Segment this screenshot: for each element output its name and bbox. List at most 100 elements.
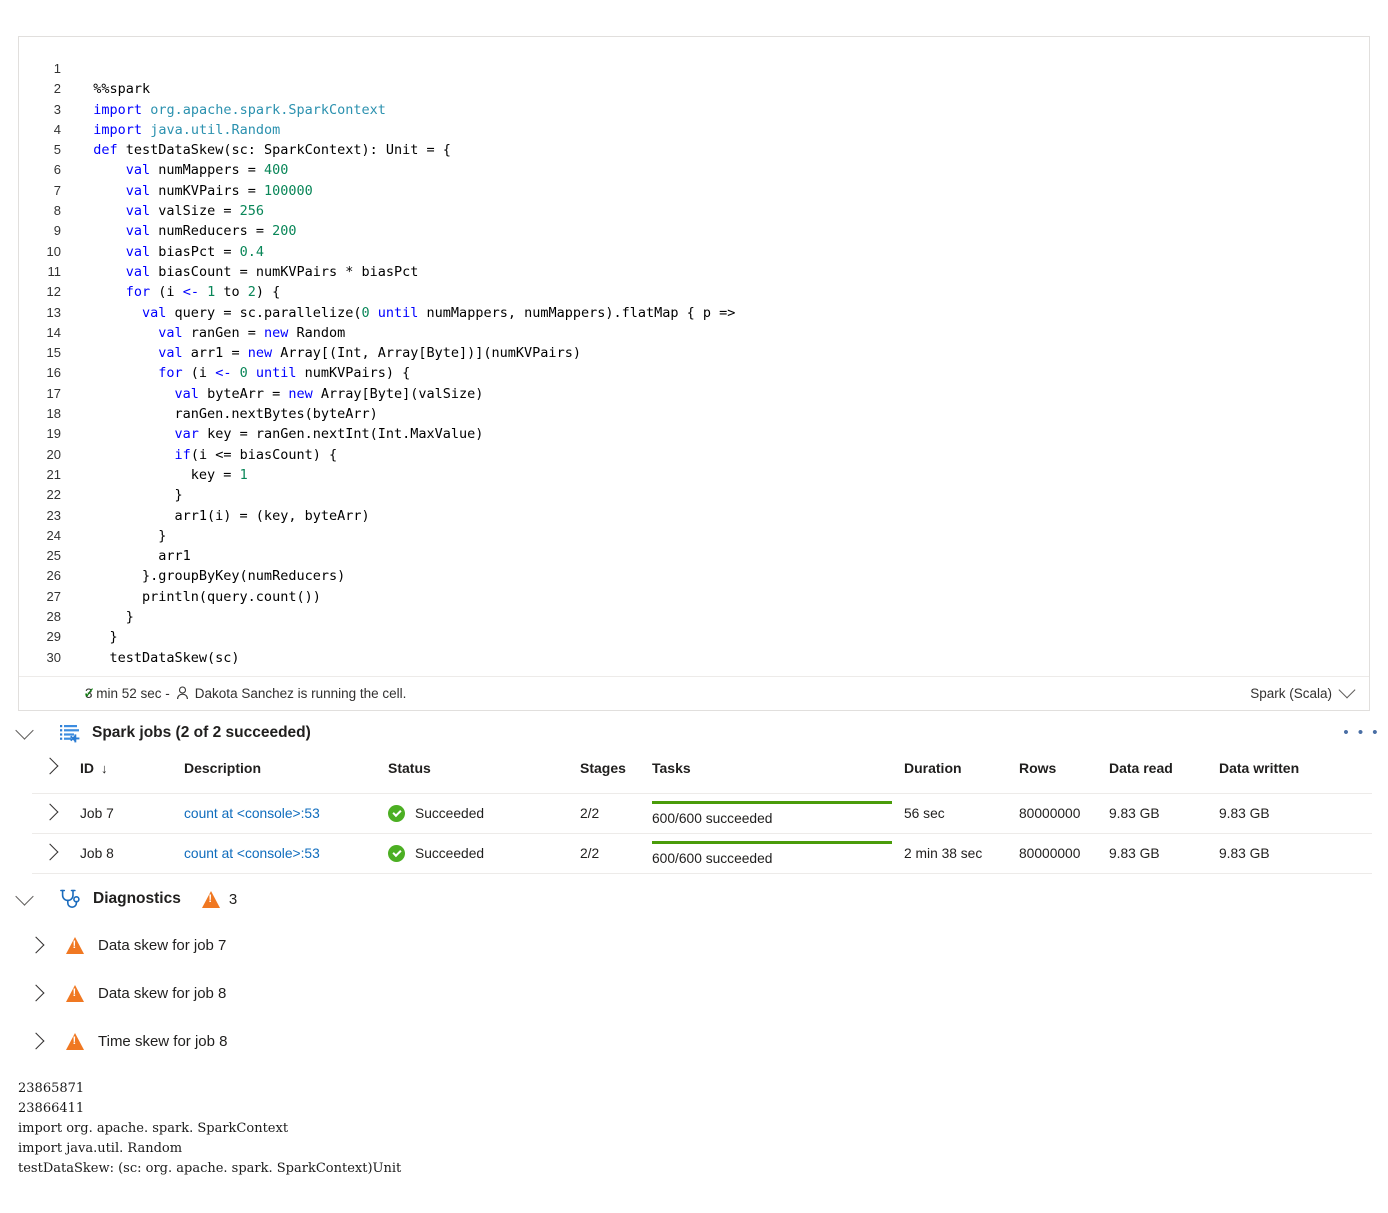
chevron-down-icon[interactable] <box>15 720 34 740</box>
table-row[interactable]: Job 8 count at <console>:53 Succeeded 2/2 60… <box>32 833 1372 874</box>
code-token: if <box>174 446 191 463</box>
code-token: key = ranGen.nextInt(Int.MaxValue) <box>198 426 484 443</box>
code-line: 3 import org.apache.spark.SparkContext <box>19 100 1369 120</box>
table-row[interactable]: Job 7 count at <console>:53 Succeeded 2/2 60… <box>32 793 1372 834</box>
code-cell[interactable]: 12 %%spark 3 import org.apache.spark.Spar… <box>18 36 1370 711</box>
cell-data-read: 9.83 GB <box>1109 833 1219 874</box>
column-header-data-written[interactable]: Data written <box>1219 760 1372 794</box>
code-token: query = sc.parallelize( <box>166 304 362 321</box>
line-number: 27 <box>46 588 61 604</box>
code-token: new <box>247 345 273 362</box>
column-header-status[interactable]: Status <box>388 760 580 794</box>
code-token: for <box>158 365 183 382</box>
spark-jobs-icon <box>60 724 80 743</box>
line-number: 28 <box>46 609 61 625</box>
diagnostic-item[interactable]: Time skew for job 8 <box>27 1028 228 1054</box>
line-number: 15 <box>46 345 61 361</box>
code-token: biasCount = numKVPairs * biasPct <box>150 263 419 280</box>
code-token: 2 <box>247 284 256 301</box>
code-line-content: key = 1 <box>77 465 248 485</box>
diagnostic-label: Data skew for job 8 <box>98 984 227 1002</box>
code-line: 22 } <box>19 485 1369 505</box>
line-number: 23 <box>46 507 61 523</box>
chevron-right-icon[interactable] <box>27 936 45 954</box>
code-line-content: println(query.count()) <box>77 587 321 607</box>
chevron-right-icon[interactable] <box>41 843 59 861</box>
code-token: println(query.count()) <box>77 588 321 605</box>
code-line-content: val numKVPairs = 100000 <box>77 181 313 201</box>
column-header-description[interactable]: Description <box>184 760 388 794</box>
code-line: 5 def testDataSkew(sc: SparkContext): Un… <box>19 140 1369 160</box>
code-token: %%spark <box>77 81 151 98</box>
column-header-id[interactable]: ID ↓ <box>80 760 184 794</box>
code-token: numReducers = <box>150 223 273 240</box>
code-editor[interactable]: 12 %%spark 3 import org.apache.spark.Spar… <box>19 37 1369 676</box>
job-description-link[interactable]: count at <console>:53 <box>184 846 320 861</box>
column-header-tasks[interactable]: Tasks <box>652 760 904 794</box>
code-line: 24 } <box>19 526 1369 546</box>
code-line-content: val query = sc.parallelize(0 until numMa… <box>77 303 735 323</box>
code-token: val <box>125 162 151 179</box>
code-line-content: def testDataSkew(sc: SparkContext): Unit… <box>77 140 451 160</box>
line-number: 18 <box>46 406 61 422</box>
chevron-right-icon[interactable] <box>27 1032 45 1050</box>
warning-icon <box>201 890 220 908</box>
diagnostics-section-header[interactable]: Diagnostics 3 <box>14 885 237 913</box>
chevron-down-icon[interactable] <box>15 886 34 906</box>
chevron-right-icon[interactable] <box>41 757 59 775</box>
code-token: val <box>158 345 183 362</box>
code-token: val <box>158 324 183 341</box>
cell-stages: 2/2 <box>580 833 652 874</box>
status-badge: Succeeded <box>388 845 580 862</box>
chevron-right-icon[interactable] <box>27 984 45 1002</box>
job-description-link[interactable]: count at <console>:53 <box>184 806 320 821</box>
code-line: 28 } <box>19 607 1369 627</box>
code-token: java.util.Random <box>150 121 281 138</box>
code-token: val <box>125 243 151 260</box>
line-number: 11 <box>47 263 62 279</box>
spark-jobs-overflow-menu[interactable]: • • • <box>1343 724 1380 741</box>
cell-status: Succeeded <box>388 833 580 874</box>
code-line-content: ranGen.nextBytes(byteArr) <box>77 404 378 424</box>
code-line: 21 key = 1 <box>19 465 1369 485</box>
code-token: ranGen.nextBytes(byteArr) <box>77 406 378 423</box>
data-read-label: 9.83 GB <box>1109 806 1160 821</box>
cell-job-id: Job 8 <box>80 833 184 874</box>
line-number: 22 <box>46 487 61 503</box>
warning-icon <box>66 984 84 1002</box>
column-header-duration[interactable]: Duration <box>904 760 1019 794</box>
data-read-label: 9.83 GB <box>1109 846 1160 861</box>
language-dropdown[interactable]: Spark (Scala) <box>1250 681 1356 701</box>
duration-label: 2 min 38 sec <box>904 846 983 861</box>
line-number: 8 <box>53 203 61 219</box>
spark-jobs-title: Spark jobs (2 of 2 succeeded) <box>92 724 311 741</box>
column-header-rows[interactable]: Rows <box>1019 760 1109 794</box>
code-line-content: val byteArr = new Array[Byte](valSize) <box>77 384 484 404</box>
cell-duration: 3 min 52 sec - <box>85 685 170 701</box>
status-label: Succeeded <box>415 806 485 821</box>
code-line-content: arr1(i) = (key, byteArr) <box>77 506 370 526</box>
code-token: numMappers = <box>150 162 264 179</box>
diagnostic-item[interactable]: Data skew for job 7 <box>27 932 226 958</box>
code-line-content: } <box>77 627 118 647</box>
cell-status-bar: ✓ 3 min 52 sec - Dakota Sanchez is runni… <box>19 675 1369 710</box>
code-line: 14 val ranGen = new Random <box>19 323 1369 343</box>
diagnostic-item[interactable]: Data skew for job 8 <box>27 980 227 1006</box>
code-line: 16 for (i <- 0 until numKVPairs) { <box>19 363 1369 383</box>
column-header-stages[interactable]: Stages <box>580 760 652 794</box>
language-label: Spark (Scala) <box>1250 685 1332 701</box>
spark-jobs-section-header[interactable]: Spark jobs (2 of 2 succeeded) <box>14 719 1374 747</box>
code-token: ) { <box>255 284 281 301</box>
column-header-data-read[interactable]: Data read <box>1109 760 1219 794</box>
expand-all-header[interactable] <box>32 757 80 794</box>
code-token: } <box>77 527 167 544</box>
line-number: 12 <box>46 284 61 300</box>
console-output: 23865871 23866411 import org. apache. sp… <box>18 1081 402 1176</box>
chevron-right-icon[interactable] <box>41 803 59 821</box>
code-line-content: } <box>77 607 134 627</box>
